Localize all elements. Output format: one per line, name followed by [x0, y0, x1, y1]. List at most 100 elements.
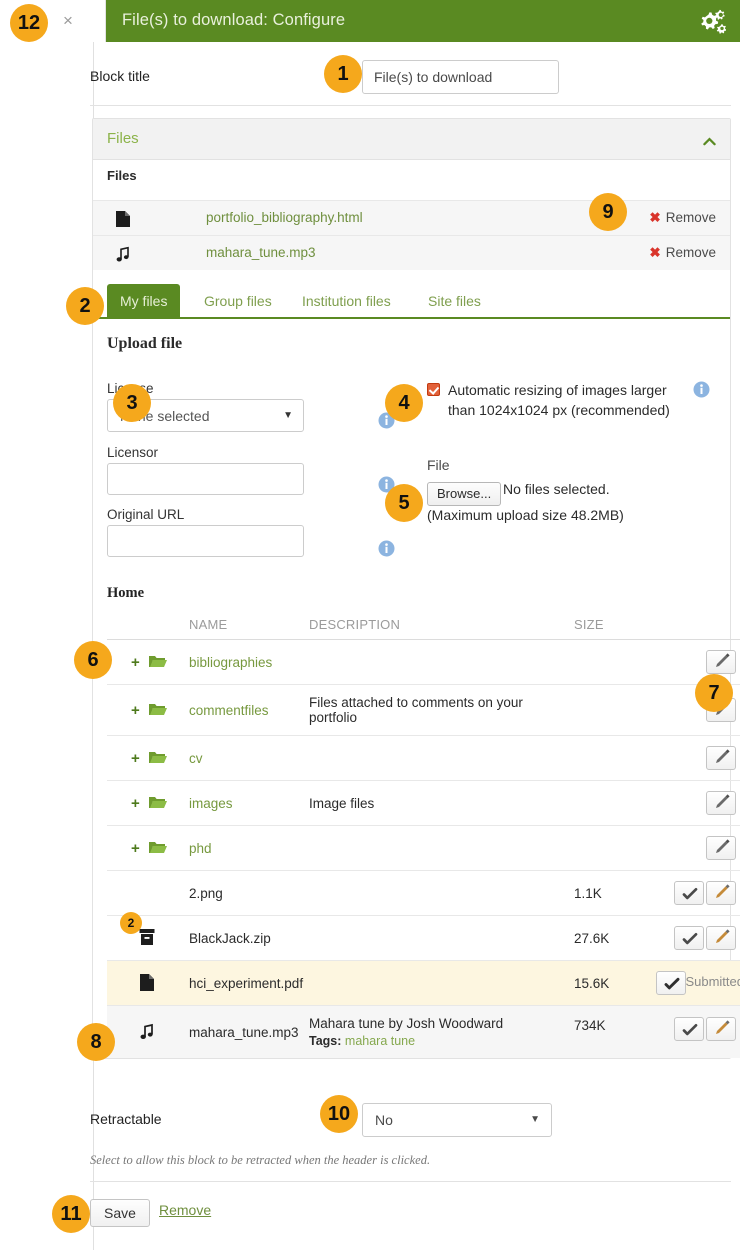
expand-icon[interactable]: +: [131, 750, 140, 767]
file-name-link[interactable]: cv: [189, 751, 203, 766]
select-file-button[interactable]: [674, 926, 704, 950]
no-files-selected-text: No files selected.: [503, 481, 610, 497]
table-row[interactable]: mahara_tune.mp3 Mahara tune by Josh Wood…: [107, 1006, 740, 1059]
upload-file-section: Upload file License None selected ▼ Lice…: [93, 335, 730, 585]
file-tags: Tags: mahara tune: [309, 1034, 574, 1048]
edit-icon-button[interactable]: [706, 650, 736, 674]
remove-label: Remove: [666, 245, 716, 260]
file-name[interactable]: hci_experiment.pdf: [189, 976, 303, 991]
callout-badge-2: 2: [66, 287, 104, 325]
remove-block-link[interactable]: Remove: [159, 1202, 211, 1218]
max-upload-size-text: (Maximum upload size 48.2MB): [427, 507, 624, 523]
close-icon[interactable]: ×: [56, 10, 80, 32]
expand-icon[interactable]: +: [131, 654, 140, 671]
files-panel: Files Files portfolio_bibl: [92, 118, 731, 1059]
info-icon[interactable]: [693, 381, 710, 398]
attached-file-name[interactable]: mahara_tune.mp3: [206, 245, 316, 260]
select-file-button[interactable]: [674, 881, 704, 905]
info-icon[interactable]: [378, 540, 395, 557]
file-name-link[interactable]: images: [189, 796, 233, 811]
dialog-body: Block title Files Files: [93, 42, 740, 1250]
tag-link[interactable]: mahara tune: [345, 1034, 415, 1048]
tab-my-files[interactable]: My files: [107, 284, 180, 319]
retractable-value: No: [375, 1112, 393, 1128]
file-name[interactable]: 2.png: [189, 886, 223, 901]
table-row[interactable]: + cv: [107, 736, 740, 781]
music-note-icon: [139, 1022, 155, 1041]
file-name-link[interactable]: commentfiles: [189, 703, 269, 718]
edit-icon-button[interactable]: [706, 791, 736, 815]
header-bar: File(s) to download: Configure: [106, 0, 740, 42]
table-row[interactable]: 2.png 1.1K: [107, 871, 740, 916]
table-row[interactable]: + commentfiles Files attached to comment…: [107, 685, 740, 736]
files-panel-header[interactable]: Files: [93, 119, 730, 160]
save-button[interactable]: Save: [90, 1199, 150, 1227]
col-head-icon: [107, 609, 189, 640]
block-title-row: Block title: [94, 56, 740, 106]
attached-file-name[interactable]: portfolio_bibliography.html: [206, 210, 363, 225]
callout-badge-12: 12: [10, 4, 48, 42]
settings-cogs-icon[interactable]: [698, 8, 726, 34]
folder-open-icon: [149, 702, 167, 717]
edit-icon-button[interactable]: [706, 926, 736, 950]
callout-badge-6: 6: [74, 641, 112, 679]
upload-file-heading: Upload file: [107, 335, 182, 353]
file-name-link[interactable]: phd: [189, 841, 212, 856]
callout-badge-3: 3: [113, 384, 151, 422]
file-name-link[interactable]: bibliographies: [189, 655, 272, 670]
folder-open-icon: [149, 795, 167, 810]
music-note-icon: [115, 245, 131, 263]
window-title: File(s) to download: Configure: [122, 11, 345, 30]
remove-attached-file-button[interactable]: ✖ Remove: [649, 245, 716, 261]
image-thumb-badge: 2: [120, 912, 142, 934]
browse-button[interactable]: Browse...: [427, 482, 501, 506]
file-description: Image files: [309, 796, 374, 811]
attached-files-list: portfolio_bibliography.html ✖ Remove: [93, 200, 730, 270]
table-header-row: NAME DESCRIPTION SIZE: [107, 609, 740, 640]
file-icon: [139, 973, 155, 992]
callout-badge-5: 5: [385, 484, 423, 522]
table-row[interactable]: BlackJack.zip 27.6K: [107, 916, 740, 961]
col-head-description: DESCRIPTION: [309, 609, 574, 640]
auto-resize-checkbox[interactable]: [427, 383, 440, 396]
callout-badge-8: 8: [77, 1023, 115, 1061]
folder-open-icon: [149, 654, 167, 669]
file-name[interactable]: BlackJack.zip: [189, 931, 271, 946]
file-description: Mahara tune by Josh Woodward: [309, 1016, 503, 1031]
attached-files-label: Files: [107, 168, 137, 183]
callout-badge-9: 9: [589, 193, 627, 231]
edit-icon-button[interactable]: [706, 881, 736, 905]
licensor-input[interactable]: [107, 463, 304, 495]
file-size: 15.6K: [574, 976, 609, 991]
remove-x-icon: ✖: [649, 245, 660, 260]
file-name[interactable]: mahara_tune.mp3: [189, 1025, 299, 1040]
files-panel-title: Files: [107, 130, 139, 147]
tab-institution-files[interactable]: Institution files: [289, 284, 404, 319]
select-file-button[interactable]: [674, 1017, 704, 1041]
chevron-up-icon[interactable]: [703, 134, 716, 143]
table-row[interactable]: + bibliographies: [107, 640, 740, 685]
edit-icon-button[interactable]: [706, 746, 736, 770]
edit-icon-button[interactable]: [706, 836, 736, 860]
block-title-input[interactable]: [362, 60, 559, 94]
remove-label: Remove: [666, 210, 716, 225]
remove-attached-file-button[interactable]: ✖Remove: [649, 210, 716, 226]
original-url-input[interactable]: [107, 525, 304, 557]
tab-group-files[interactable]: Group files: [191, 284, 285, 319]
table-row[interactable]: + images Image files: [107, 781, 740, 826]
file-description: Files attached to comments on your portf…: [309, 695, 523, 725]
expand-icon[interactable]: +: [131, 795, 140, 812]
col-head-name: NAME: [189, 609, 309, 640]
tags-label: Tags:: [309, 1034, 341, 1048]
select-file-button[interactable]: [656, 971, 686, 995]
edit-icon-button[interactable]: [706, 1017, 736, 1041]
table-row[interactable]: + phd: [107, 826, 740, 871]
file-size: 734K: [574, 1018, 606, 1033]
licensor-label: Licensor: [107, 445, 158, 460]
retractable-select[interactable]: No ▼: [362, 1103, 552, 1137]
expand-icon[interactable]: +: [131, 840, 140, 857]
original-url-label: Original URL: [107, 507, 184, 522]
attached-file-row: mahara_tune.mp3 ✖ Remove: [93, 235, 730, 270]
expand-icon[interactable]: +: [131, 702, 140, 719]
tab-site-files[interactable]: Site files: [415, 284, 494, 319]
